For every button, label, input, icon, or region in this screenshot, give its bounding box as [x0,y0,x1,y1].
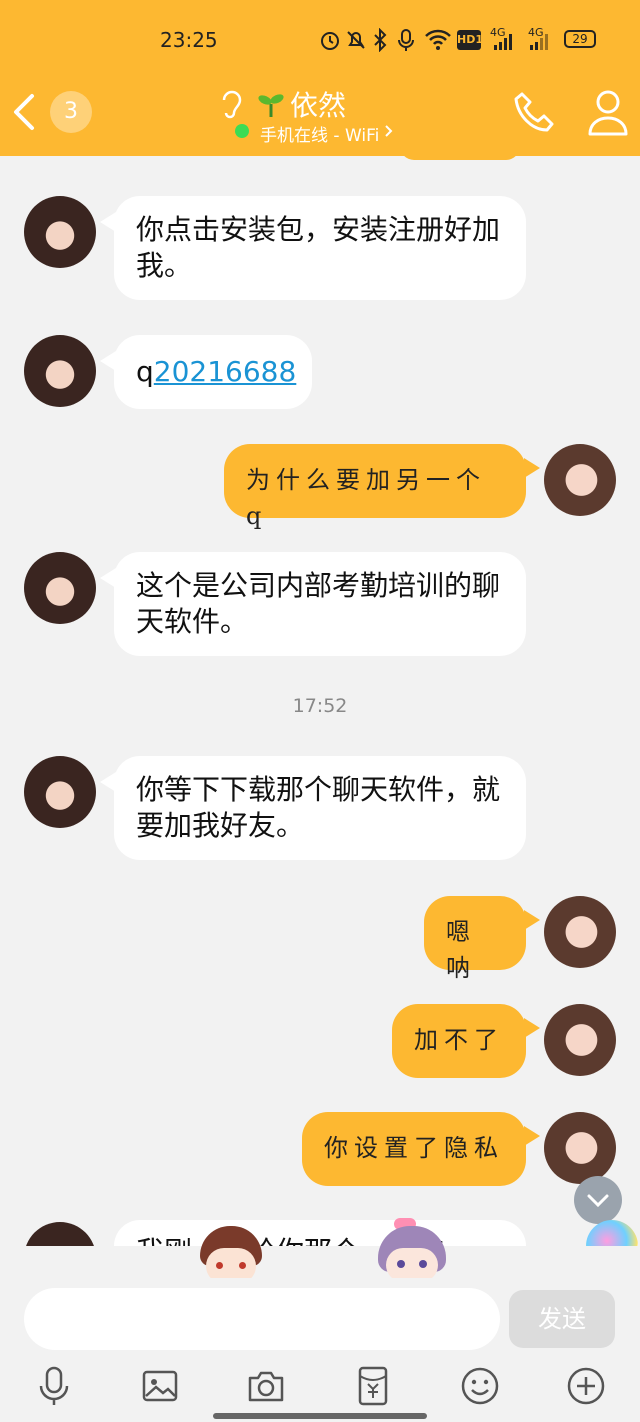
contact-avatar[interactable] [24,1222,96,1246]
my-avatar[interactable] [544,1112,616,1184]
message-partial-row: 我刚……给你那个……有 [0,1218,640,1246]
plus-icon[interactable] [564,1364,608,1408]
profile-icon[interactable] [586,88,630,136]
message-bubble[interactable]: 你等下下载那个聊天软件，就要加我好友。 [114,756,526,860]
message-bubble-sent[interactable]: 为什么要加另一个q [224,444,526,530]
message-text: q [136,355,154,388]
message-bubble[interactable]: 我刚……给你那个……有 [114,1220,526,1246]
bubble-tail [524,458,540,478]
image-icon[interactable] [138,1364,182,1408]
status-time: 23:25 [160,28,218,52]
online-dot [235,124,249,138]
message-bubble-partial [400,146,520,160]
chevron-right-icon [385,125,393,137]
camera-icon[interactable] [244,1364,288,1408]
contact-avatar[interactable] [24,552,96,624]
wifi-icon [425,29,451,50]
my-avatar[interactable] [544,444,616,516]
battery-level: 29 [572,32,588,46]
mic-status-icon [398,29,414,51]
scroll-down-button[interactable] [574,1176,622,1224]
contact-avatar[interactable] [24,196,96,268]
contact-avatar[interactable] [24,756,96,828]
hd-badge: HD1 [457,30,483,50]
contact-name[interactable]: 依然 [290,84,346,124]
bubble-tail [524,1018,540,1038]
signal-icon-1 [494,34,512,50]
message-bubble[interactable]: 你点击安装包，安装注册好加我。 [114,196,526,300]
sticker-boy [196,1226,266,1288]
message-timestamp: 17:52 [292,695,348,717]
red-packet-icon[interactable] [351,1364,395,1408]
phone-call-icon[interactable] [512,90,558,136]
battery-icon: 29 [564,30,596,48]
unread-count-badge[interactable]: 3 [50,91,92,133]
back-icon[interactable] [10,92,38,132]
mute-icon [347,31,365,49]
sprout-icon [258,94,284,117]
signal-icon-2 [530,34,548,50]
qq-number-link[interactable]: 20216688 [154,355,297,388]
message-input[interactable] [24,1288,500,1350]
bluetooth-icon [374,28,387,52]
bubble-tail [524,910,540,930]
contact-avatar[interactable] [24,335,96,407]
sticker-girl [372,1218,452,1288]
emoji-icon[interactable] [458,1364,502,1408]
message-bubble-sent[interactable]: 加不了 [392,1004,526,1078]
send-button[interactable]: 发送 [509,1290,615,1348]
online-status[interactable]: 手机在线 - WiFi [260,121,379,146]
home-indicator [213,1413,427,1419]
message-bubble[interactable]: q20216688 [114,335,312,409]
chat-header: 23:25 HD1 4G 4G 29 3 依然 手机在线 - WiFi [0,0,640,156]
alarm-icon [321,32,339,50]
message-bubble[interactable]: 这个是公司内部考勤培训的聊天软件。 [114,552,526,656]
my-avatar[interactable] [544,1004,616,1076]
message-bubble-sent[interactable]: 你设置了隐私 [302,1112,526,1186]
chevron-down-icon [587,1194,609,1208]
mic-icon[interactable] [32,1364,76,1408]
my-avatar[interactable] [544,896,616,968]
message-bubble-sent[interactable]: 嗯呐 [424,896,526,982]
ear-icon[interactable] [218,88,242,120]
bubble-tail [524,1126,540,1146]
